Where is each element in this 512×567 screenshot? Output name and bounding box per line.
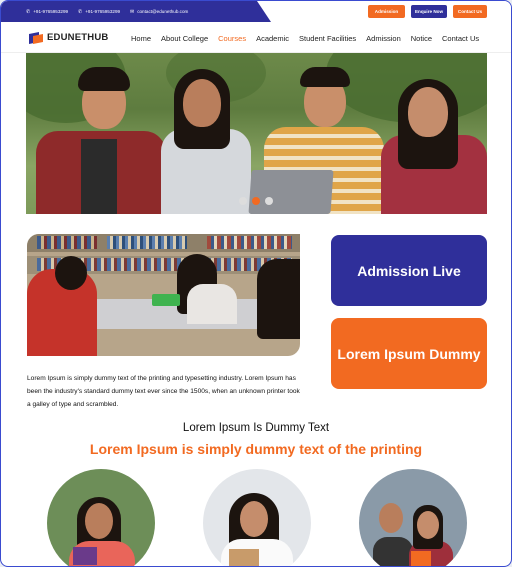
phone-1[interactable]: ✆ +91-9765953299 xyxy=(26,1,68,22)
hero-laptop xyxy=(248,170,334,214)
logo-icon xyxy=(29,31,43,44)
admission-button[interactable]: Admission xyxy=(368,5,405,18)
slider-dot-1[interactable] xyxy=(239,197,247,205)
student-portrait-3 xyxy=(359,469,467,566)
admission-live-card[interactable]: Admission Live xyxy=(331,235,487,306)
student-portrait-2 xyxy=(203,469,311,566)
email-link[interactable]: ✉ contact@edunethub.com xyxy=(130,1,188,22)
nav-item-about-college[interactable]: About College xyxy=(161,34,208,43)
nav-item-academic[interactable]: Academic xyxy=(256,34,289,43)
nav-item-student-facilities[interactable]: Student Facilities xyxy=(299,34,356,43)
page-frame: ✆ +91-9765953299 ✆ +91-9765953299 ✉ cont… xyxy=(0,0,512,567)
hero-student-4 xyxy=(376,53,487,214)
slider-dot-2[interactable] xyxy=(252,197,260,205)
phone-2[interactable]: ✆ +91-9765953299 xyxy=(78,1,120,22)
student-portrait-1 xyxy=(47,469,155,566)
slider-dot-3[interactable] xyxy=(265,197,273,205)
section-heading: Lorem Ipsum Is Dummy Text xyxy=(182,422,330,434)
logo[interactable]: EDUNETHUB xyxy=(29,31,109,44)
nav-item-contact-us[interactable]: Contact Us xyxy=(442,34,479,43)
enquire-now-button[interactable]: Enquire Now xyxy=(411,5,447,18)
lorem-ipsum-dummy-card[interactable]: Lorem Ipsum Dummy xyxy=(331,318,487,389)
top-bar: ✆ +91-9765953299 ✆ +91-9765953299 ✉ cont… xyxy=(1,1,511,22)
hero-student-1 xyxy=(26,53,176,214)
phone-icon: ✆ xyxy=(26,8,31,15)
mail-icon: ✉ xyxy=(130,8,135,15)
hero-slider-dots xyxy=(239,197,273,205)
classroom-image xyxy=(27,234,300,356)
main-nav: EDUNETHUB Home About College Courses Aca… xyxy=(1,24,511,53)
hero-slider[interactable] xyxy=(26,53,487,214)
nav-item-home[interactable]: Home xyxy=(131,34,151,43)
nav-item-notice[interactable]: Notice xyxy=(411,34,432,43)
nav-item-admission[interactable]: Admission xyxy=(366,34,401,43)
phone-icon: ✆ xyxy=(78,8,83,15)
about-description: Lorem Ipsum is simply dummy text of the … xyxy=(27,374,300,408)
contact-us-button[interactable]: Contact Us xyxy=(453,5,487,18)
section-subheading: Lorem Ipsum is simply dummy text of the … xyxy=(89,441,423,457)
nav-menu: Home About College Courses Academic Stud… xyxy=(131,34,489,43)
nav-item-courses[interactable]: Courses xyxy=(218,34,246,43)
logo-text: EDUNETHUB xyxy=(47,31,109,43)
hero-student-2 xyxy=(156,53,256,214)
